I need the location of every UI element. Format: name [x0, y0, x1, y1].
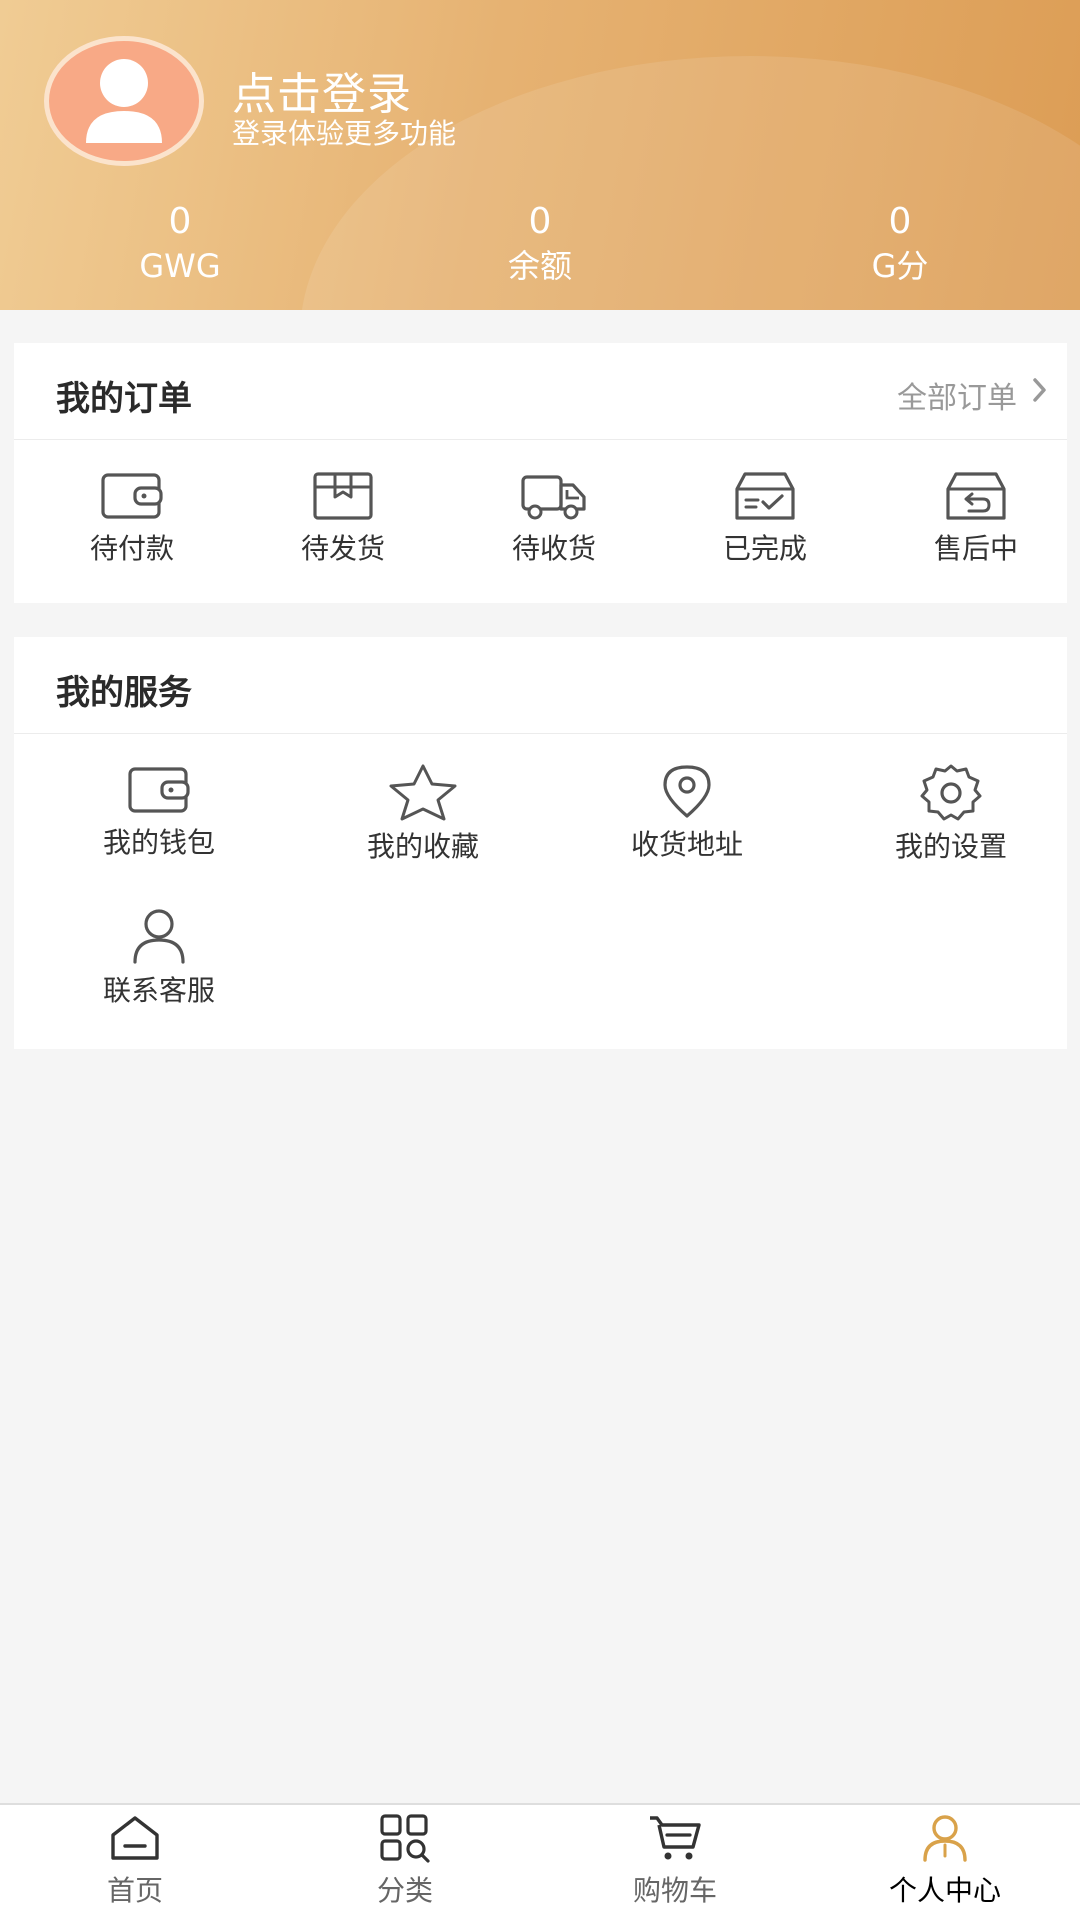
tab-home[interactable]: 首页: [0, 1813, 270, 1909]
stat-label: 余额: [507, 247, 572, 285]
tab-category[interactable]: 分类: [270, 1813, 540, 1909]
cart-icon: [650, 1816, 701, 1860]
chevron-right-icon: [1033, 378, 1046, 402]
services-header: 我的服务: [14, 637, 1067, 734]
stat-gwg[interactable]: 0 GWG: [80, 200, 280, 288]
wallet-icon: [128, 767, 190, 813]
service-item-label: 联系客服: [102, 974, 215, 1007]
wallet-icon: [101, 473, 163, 519]
tab-label: 购物车: [632, 1874, 717, 1907]
stat-balance[interactable]: 0 余额: [440, 200, 640, 288]
avatar[interactable]: [44, 36, 204, 166]
truck-icon: [521, 475, 586, 520]
stat-value: 0: [528, 201, 552, 242]
order-item-label: 售后中: [933, 532, 1018, 565]
all-orders-link[interactable]: 全部订单: [897, 373, 1046, 417]
service-item-label: 我的收藏: [366, 830, 479, 863]
service-item-label: 收货地址: [630, 828, 743, 861]
stat-value: 0: [888, 201, 912, 242]
stat-value: 0: [168, 201, 192, 242]
person-icon: [923, 1815, 967, 1862]
star-icon: [389, 764, 457, 821]
orders-title: 我的订单: [56, 379, 192, 419]
service-customer-support[interactable]: 联系客服: [54, 907, 264, 1009]
tab-cart[interactable]: 购物车: [540, 1813, 810, 1909]
stat-points[interactable]: 0 G分: [800, 200, 1000, 288]
order-pending-payment[interactable]: 待付款: [52, 469, 212, 567]
order-item-label: 待收货: [511, 532, 596, 565]
services-title: 我的服务: [56, 673, 192, 713]
grid-icon: [380, 1814, 430, 1863]
orders-card: 我的订单 全部订单 待付款 待发货 待收货 已完成 售后中: [14, 343, 1067, 603]
order-pending-receipt[interactable]: 待收货: [474, 469, 634, 567]
service-favorites[interactable]: 我的收藏: [318, 763, 528, 865]
order-item-label: 已完成: [722, 532, 807, 565]
tab-profile[interactable]: 个人中心: [810, 1813, 1080, 1909]
order-item-label: 待发货: [300, 532, 385, 565]
login-subtitle: 登录体验更多功能: [232, 117, 457, 150]
tab-label: 首页: [106, 1874, 163, 1907]
avatar-person-icon: [86, 59, 162, 143]
service-item-label: 我的设置: [894, 830, 1007, 863]
tab-label: 分类: [376, 1874, 433, 1907]
tab-label: 个人中心: [888, 1874, 1001, 1907]
order-after-sales[interactable]: 售后中: [896, 469, 1056, 567]
gear-icon: [920, 764, 982, 821]
profile-header: 点击登录 登录体验更多功能 0 GWG 0 余额 0 G分: [0, 0, 1080, 310]
service-wallet[interactable]: 我的钱包: [54, 763, 264, 861]
service-address[interactable]: 收货地址: [582, 763, 792, 863]
stat-label: GWG: [139, 247, 221, 285]
stat-label: G分: [871, 247, 929, 285]
bottom-tab-bar: 首页 分类 购物车 个人中心: [0, 1803, 1080, 1920]
home-icon: [111, 1816, 159, 1860]
inbox-return-icon: [946, 472, 1006, 520]
order-completed[interactable]: 已完成: [685, 469, 845, 567]
order-pending-shipment[interactable]: 待发货: [263, 469, 423, 567]
person-icon: [133, 909, 185, 964]
all-orders-label: 全部订单: [897, 381, 1017, 416]
inbox-check-icon: [735, 472, 795, 520]
order-item-label: 待付款: [89, 532, 174, 565]
service-item-label: 我的钱包: [102, 826, 215, 859]
orders-header: 我的订单 全部订单: [14, 343, 1067, 440]
services-card: 我的服务 我的钱包 我的收藏 收货地址 我的设置 联系客服: [14, 637, 1067, 1049]
location-icon: [663, 765, 711, 818]
package-icon: [313, 472, 373, 520]
service-settings[interactable]: 我的设置: [846, 763, 1056, 865]
